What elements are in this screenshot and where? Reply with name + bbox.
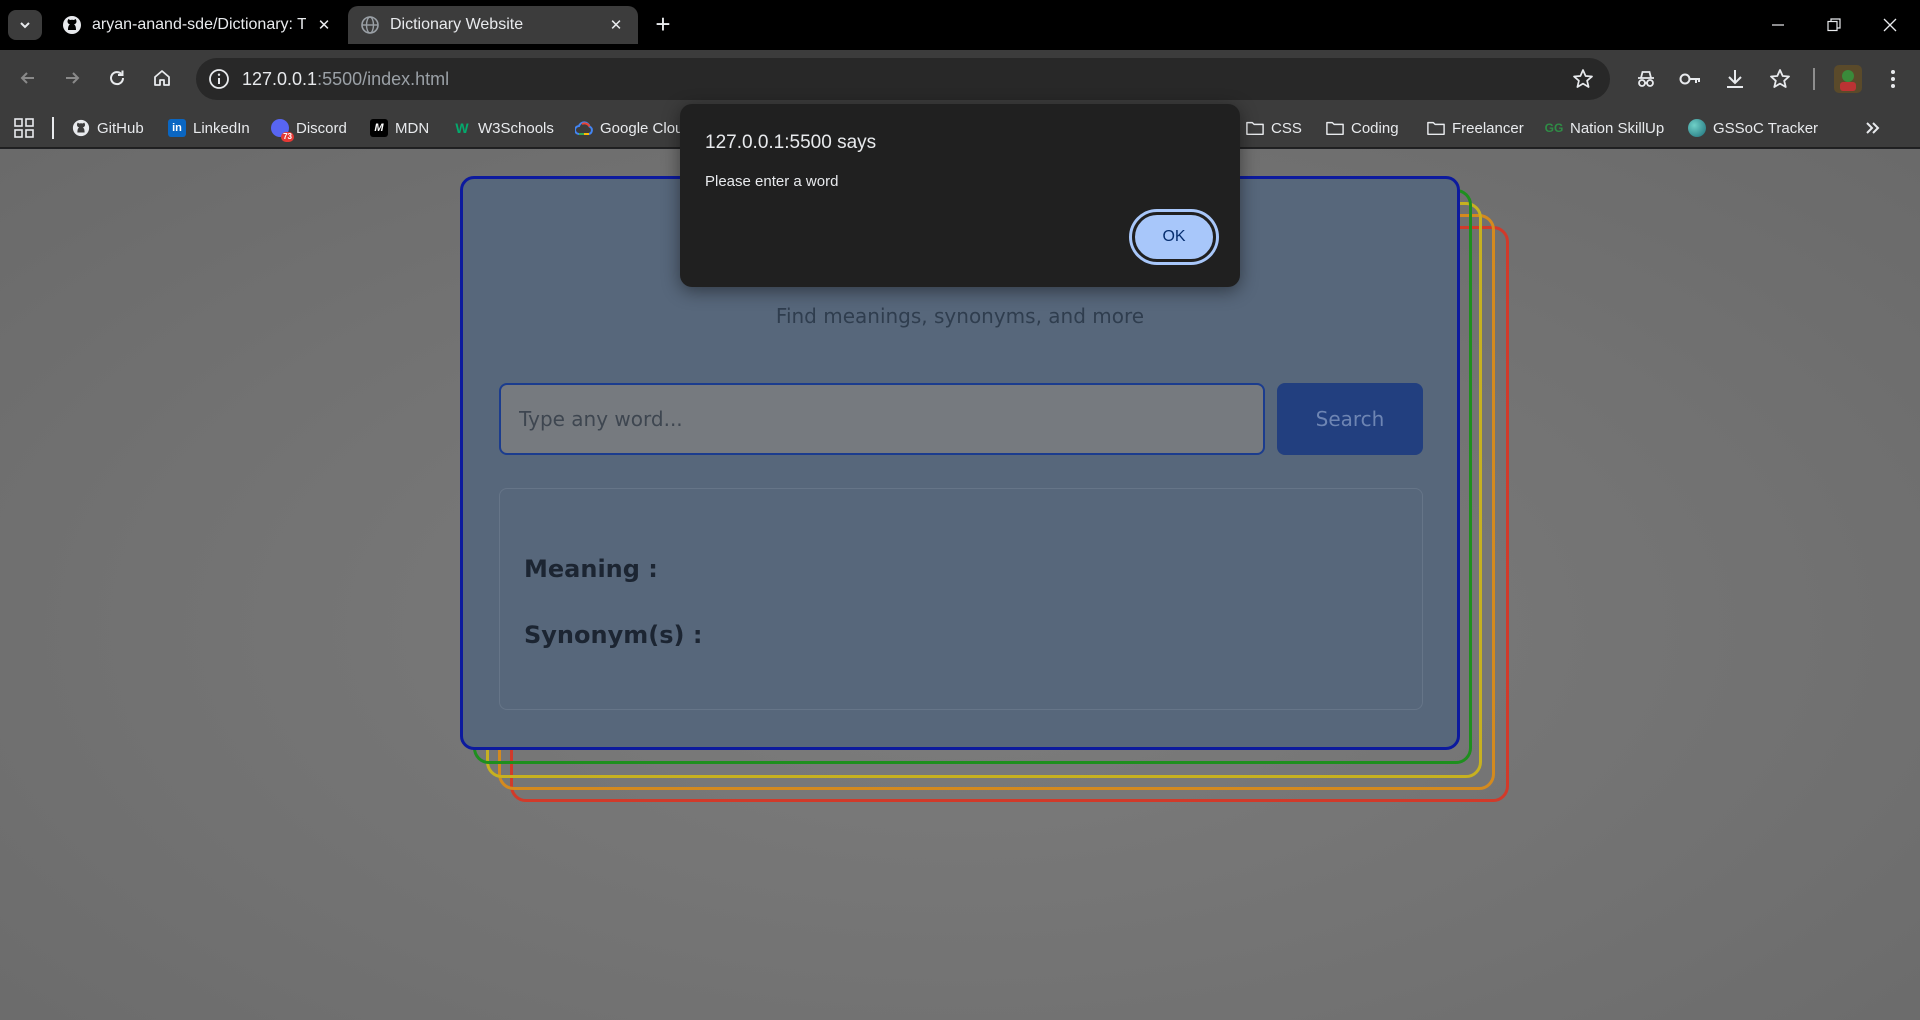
github-icon <box>72 119 90 137</box>
mdn-icon: M <box>370 119 388 137</box>
bookmark-google-cloud[interactable]: Google Clou <box>575 116 683 140</box>
folder-icon <box>1427 119 1445 137</box>
restore-icon <box>1827 18 1841 32</box>
page-subtitle: Find meanings, synonyms, and more <box>775 304 1145 328</box>
close-icon[interactable]: ✕ <box>314 15 334 35</box>
home-button[interactable] <box>146 62 178 94</box>
bookmarks-divider <box>52 117 54 139</box>
bookmark-linkedin[interactable]: in LinkedIn <box>168 116 250 140</box>
password-key-icon[interactable] <box>1676 65 1704 93</box>
address-bar[interactable]: 127.0.0.1:5500/index.html <box>196 58 1610 100</box>
ok-button[interactable]: OK <box>1132 212 1216 262</box>
bookmark-github[interactable]: GitHub <box>72 116 144 140</box>
close-icon <box>1883 18 1897 32</box>
bookmark-gssoc[interactable]: GSSoC Tracker <box>1688 116 1818 140</box>
bookmark-folder-css[interactable]: CSS <box>1246 116 1302 140</box>
reload-icon <box>110 70 125 86</box>
google-cloud-icon <box>575 119 593 137</box>
github-icon <box>62 15 82 35</box>
alert-title: 127.0.0.1:5500 says <box>705 132 877 153</box>
folder-icon <box>1246 119 1264 137</box>
bookmark-discord[interactable]: 73 Discord <box>271 116 347 142</box>
site-info-icon[interactable] <box>208 68 230 90</box>
toolbar-divider <box>1813 68 1815 90</box>
close-window-button[interactable] <box>1862 0 1918 50</box>
incognito-icon[interactable] <box>1632 65 1660 93</box>
arrow-left-icon <box>20 72 34 84</box>
notification-badge: 73 <box>281 132 294 142</box>
bookmark-w3schools[interactable]: W W3Schools <box>453 116 554 140</box>
bookmark-label: Coding <box>1351 119 1399 137</box>
arrow-right-icon <box>66 72 80 84</box>
bookmarks-overflow-button[interactable] <box>1864 116 1882 140</box>
bookmark-label: Google Clou <box>600 119 684 137</box>
bookmark-label: Discord <box>296 119 347 137</box>
bookmark-label: GSSoC Tracker <box>1713 119 1819 137</box>
search-button[interactable]: Search <box>1277 383 1423 455</box>
alert-dialog: 127.0.0.1:5500 says Please enter a word … <box>680 104 1240 287</box>
bookmark-label: LinkedIn <box>193 119 250 137</box>
linkedin-icon: in <box>168 119 186 137</box>
forward-button[interactable] <box>56 62 88 94</box>
restore-button[interactable] <box>1806 0 1862 50</box>
bookmark-label: MDN <box>395 119 430 137</box>
browser-toolbar: 127.0.0.1:5500/index.html <box>0 50 1920 108</box>
globe-icon <box>1688 119 1706 137</box>
address-url: 127.0.0.1:5500/index.html <box>242 69 450 89</box>
menu-dots-icon[interactable] <box>1879 65 1907 93</box>
tab-dictionary[interactable]: Dictionary Website ✕ <box>348 6 638 44</box>
back-button[interactable] <box>12 62 44 94</box>
tab-github[interactable]: aryan-anand-sde/Dictionary: Th ✕ <box>50 6 346 44</box>
new-tab-button[interactable]: + <box>650 11 676 38</box>
globe-icon <box>360 15 380 35</box>
synonym-label: Synonym(s) : <box>524 621 703 649</box>
search-input[interactable] <box>499 383 1265 455</box>
bookmark-folder-freelancer[interactable]: Freelancer <box>1427 116 1524 140</box>
result-panel: Meaning : Synonym(s) : <box>499 488 1423 710</box>
bookmark-nation-skillup[interactable]: GG Nation SkillUp <box>1544 116 1665 140</box>
bookmark-label: CSS <box>1271 119 1302 137</box>
chevron-down-icon <box>20 22 30 29</box>
bookmark-label: GitHub <box>97 119 144 137</box>
bookmark-label: W3Schools <box>478 119 554 137</box>
tab-title: aryan-anand-sde/Dictionary: Th <box>92 16 306 33</box>
folder-icon <box>1326 119 1344 137</box>
minimize-icon <box>1772 24 1784 26</box>
bookmark-star-icon[interactable] <box>1572 68 1594 90</box>
reload-button[interactable] <box>101 62 133 94</box>
close-icon[interactable]: ✕ <box>606 15 626 35</box>
bookmark-mdn[interactable]: M MDN <box>370 116 429 140</box>
tab-search-button[interactable] <box>8 10 42 40</box>
discord-icon: 73 <box>271 119 294 142</box>
bookmark-label: Nation SkillUp <box>1570 119 1665 137</box>
gfg-icon: GG <box>1544 121 1564 135</box>
tab-strip: aryan-anand-sde/Dictionary: Th ✕ Diction… <box>0 0 1920 50</box>
bookmarks-star-icon[interactable] <box>1766 65 1794 93</box>
bookmark-folder-coding[interactable]: Coding <box>1326 116 1399 140</box>
apps-grid-icon <box>14 118 34 138</box>
w3schools-icon: W <box>455 120 469 136</box>
download-icon[interactable] <box>1721 65 1749 93</box>
meaning-label: Meaning : <box>524 555 658 583</box>
bookmark-label: Freelancer <box>1452 119 1524 137</box>
tab-title: Dictionary Website <box>390 16 524 33</box>
chevron-double-right-icon <box>1866 122 1880 134</box>
avatar[interactable] <box>1832 63 1864 95</box>
minimize-button[interactable] <box>1750 0 1806 50</box>
apps-button[interactable] <box>14 116 34 140</box>
home-icon <box>154 70 170 86</box>
alert-message: Please enter a word <box>705 173 839 190</box>
